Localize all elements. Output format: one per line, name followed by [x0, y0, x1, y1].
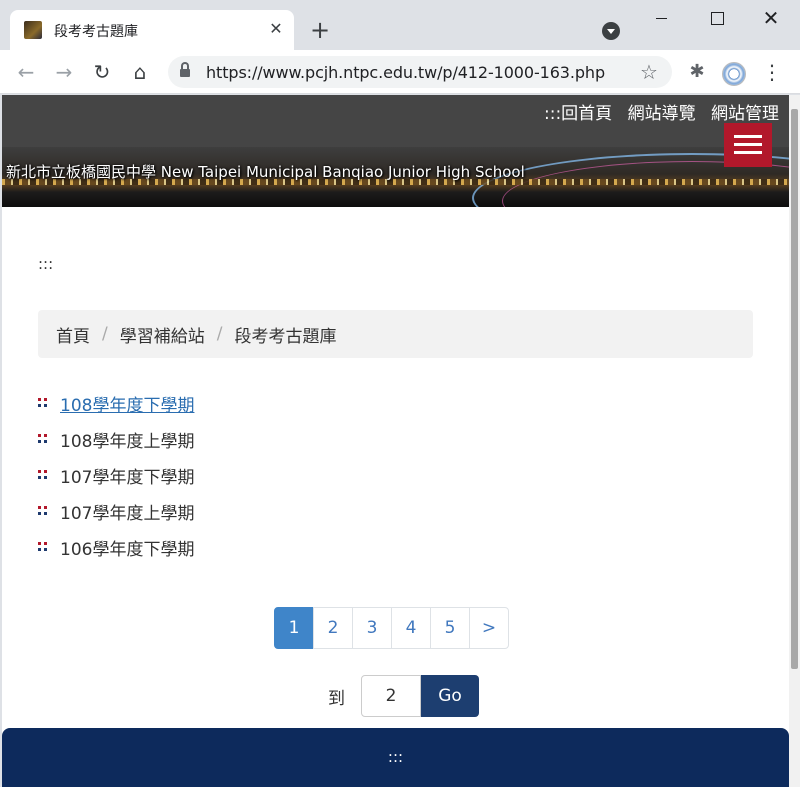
- bullet-icon: [38, 542, 48, 552]
- bullet-icon: [38, 434, 48, 444]
- school-banner[interactable]: 新北市立板橋國民中學 New Taipei Municipal Banqiao …: [2, 147, 789, 207]
- page-button-3[interactable]: 3: [352, 607, 392, 649]
- bullet-icon: [38, 470, 48, 480]
- school-name: 新北市立板橋國民中學 New Taipei Municipal Banqiao …: [6, 163, 525, 181]
- bullet-icon: [38, 506, 48, 516]
- forward-icon[interactable]: →: [50, 58, 78, 86]
- page-button-1[interactable]: 1: [274, 607, 314, 649]
- list-item[interactable]: 107學年度下學期: [38, 457, 194, 493]
- list-item[interactable]: 108學年度下學期: [38, 385, 194, 421]
- hamburger-menu-button[interactable]: [724, 123, 772, 167]
- pagination: 1 2 3 4 5 >: [274, 607, 509, 649]
- breadcrumb-home[interactable]: 首頁: [56, 322, 90, 347]
- next-page-button[interactable]: >: [469, 607, 509, 649]
- home-icon[interactable]: ⌂: [126, 58, 154, 86]
- site-header: :::回首頁 網站導覽 網站管理 新北市立板橋國民中學 New Taipei M…: [2, 95, 789, 207]
- browser-menu-icon[interactable]: ⋮: [762, 58, 782, 86]
- breadcrumb-separator: /: [216, 324, 223, 344]
- breadcrumb-learning-station[interactable]: 學習補給站: [120, 322, 205, 347]
- page-scrollbar[interactable]: [789, 95, 800, 787]
- address-bar[interactable]: https://www.pcjh.ntpc.edu.tw/p/412-1000-…: [168, 56, 672, 88]
- maximize-window-button[interactable]: [694, 4, 740, 32]
- list-item-link[interactable]: 106學年度下學期: [60, 535, 194, 560]
- scrollbar-thumb[interactable]: [791, 109, 798, 669]
- page-viewport: :::回首頁 網站導覽 網站管理 新北市立板橋國民中學 New Taipei M…: [2, 95, 789, 787]
- url-text[interactable]: https://www.pcjh.ntpc.edu.tw/p/412-1000-…: [206, 63, 605, 82]
- list-item-link[interactable]: 108學年度下學期: [60, 391, 194, 416]
- close-window-button[interactable]: ✕: [748, 4, 794, 32]
- page-button-5[interactable]: 5: [430, 607, 470, 649]
- bullet-icon: [38, 398, 48, 408]
- breadcrumb: 首頁 / 學習補給站 / 段考考古題庫: [38, 310, 753, 358]
- bookmark-star-icon[interactable]: ☆: [640, 60, 658, 84]
- site-favicon-icon: [24, 21, 42, 39]
- accesskey-anchor[interactable]: :::: [38, 255, 53, 273]
- link-sitemap[interactable]: 網站導覽: [628, 104, 696, 124]
- lock-icon[interactable]: [180, 62, 190, 78]
- close-tab-icon[interactable]: ✕: [266, 19, 286, 39]
- tab-strip: 段考考古題庫 ✕ + ✕: [0, 0, 800, 50]
- site-footer: :::: [2, 728, 789, 787]
- profile-avatar[interactable]: [722, 62, 746, 86]
- breadcrumb-separator: /: [102, 324, 108, 344]
- minimize-window-button[interactable]: [638, 4, 684, 32]
- breadcrumb-current: 段考考古題庫: [234, 326, 337, 347]
- list-item[interactable]: 107學年度上學期: [38, 493, 194, 529]
- list-item[interactable]: 106學年度下學期: [38, 529, 194, 565]
- go-button[interactable]: Go: [421, 675, 479, 717]
- extensions-puzzle-icon[interactable]: ✱: [686, 58, 708, 86]
- link-home[interactable]: :::回首頁: [544, 104, 612, 124]
- goto-label: 到: [328, 688, 345, 709]
- tab-title: 段考考古題庫: [54, 24, 138, 40]
- tab-search-icon[interactable]: [602, 22, 620, 40]
- goto-page-input[interactable]: [361, 675, 421, 717]
- list-item[interactable]: 108學年度上學期: [38, 421, 194, 457]
- list-item-link[interactable]: 107學年度上學期: [60, 499, 194, 524]
- back-icon[interactable]: ←: [12, 58, 40, 86]
- exam-archive-list: 108學年度下學期 108學年度上學期 107學年度下學期 107學年度上學期 …: [38, 385, 194, 565]
- goto-page-form: 到 Go: [328, 675, 479, 717]
- list-item-link[interactable]: 107學年度下學期: [60, 463, 194, 488]
- top-links: :::回首頁 網站導覽 網站管理: [534, 99, 779, 124]
- page-button-2[interactable]: 2: [313, 607, 353, 649]
- browser-tab[interactable]: 段考考古題庫 ✕: [10, 10, 294, 50]
- link-admin[interactable]: 網站管理: [711, 104, 779, 124]
- footer-accesskey[interactable]: :::: [2, 748, 789, 766]
- reload-icon[interactable]: ↻: [88, 58, 116, 86]
- page-button-4[interactable]: 4: [391, 607, 431, 649]
- browser-toolbar: ← → ↻ ⌂ https://www.pcjh.ntpc.edu.tw/p/4…: [0, 50, 800, 94]
- list-item-link[interactable]: 108學年度上學期: [60, 427, 194, 452]
- new-tab-button[interactable]: +: [306, 16, 334, 44]
